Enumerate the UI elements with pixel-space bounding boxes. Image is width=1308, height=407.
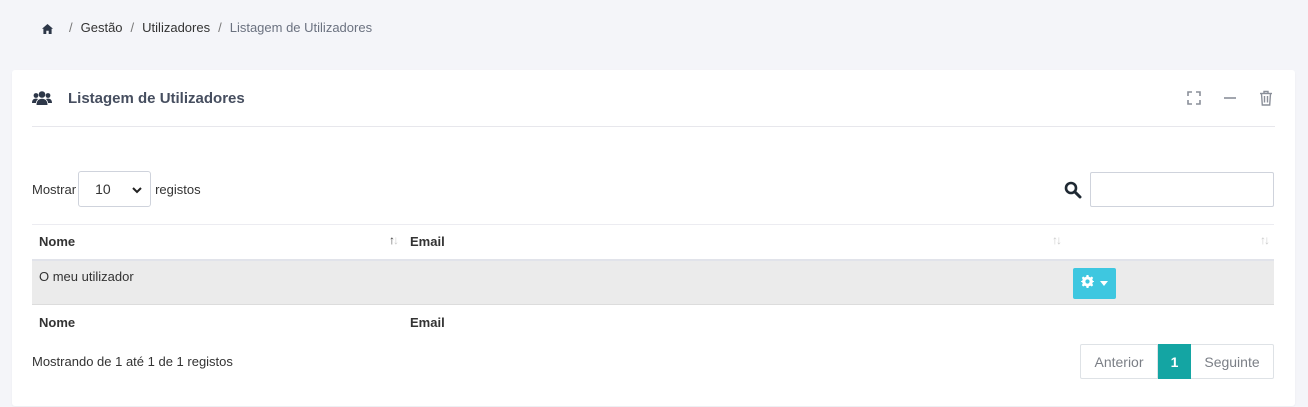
page-length-value: 10 bbox=[95, 181, 111, 197]
breadcrumb-utilizadores[interactable]: Utilizadores bbox=[142, 20, 210, 35]
search-area bbox=[1064, 172, 1274, 207]
next-page-button[interactable]: Seguinte bbox=[1191, 344, 1274, 379]
breadcrumb: / Gestão / Utilizadores / Listagem de Ut… bbox=[42, 20, 372, 35]
card-header: Listagem de Utilizadores bbox=[32, 70, 1275, 127]
gear-icon bbox=[1081, 275, 1094, 291]
sort-icon: ↑↓ bbox=[1260, 233, 1270, 247]
users-table: Nome ↑↓ Email ↑↓ ↑↓ O meu utilizador Nom… bbox=[32, 224, 1274, 338]
footer-column-actions bbox=[1066, 305, 1274, 338]
chevron-down-icon bbox=[132, 181, 142, 197]
records-label: registos bbox=[155, 181, 201, 197]
caret-down-icon bbox=[1100, 280, 1108, 286]
row-actions-button[interactable] bbox=[1073, 267, 1116, 299]
breadcrumb-gestao[interactable]: Gestão bbox=[81, 20, 123, 35]
minimize-icon[interactable] bbox=[1221, 89, 1239, 107]
column-header-label: Nome bbox=[39, 234, 76, 250]
table-row: O meu utilizador bbox=[32, 259, 1274, 305]
sort-asc-icon: ↑↓ bbox=[389, 233, 399, 247]
cell-nome: O meu utilizador bbox=[32, 259, 403, 305]
home-icon[interactable] bbox=[42, 24, 53, 34]
trash-icon[interactable] bbox=[1257, 89, 1275, 107]
footer-column-email: Email bbox=[410, 314, 445, 330]
cell-email bbox=[403, 259, 1066, 305]
previous-page-button[interactable]: Anterior bbox=[1080, 344, 1158, 379]
sort-icon: ↑↓ bbox=[1052, 233, 1062, 247]
column-header-email[interactable]: Email ↑↓ bbox=[403, 224, 1066, 261]
column-header-actions[interactable]: ↑↓ bbox=[1066, 224, 1274, 261]
search-input[interactable] bbox=[1090, 172, 1274, 207]
page-length-control: Mostrar 10 registos bbox=[32, 171, 201, 207]
table-footer-row: Nome Email bbox=[32, 305, 1274, 338]
column-header-nome[interactable]: Nome ↑↓ bbox=[32, 224, 403, 261]
column-header-label: Email bbox=[410, 234, 445, 250]
breadcrumb-separator: / bbox=[130, 20, 135, 35]
page-length-select[interactable]: 10 bbox=[78, 171, 152, 207]
expand-icon[interactable] bbox=[1185, 89, 1203, 107]
users-list-card: Listagem de Utilizadores Mostrar 10 regi… bbox=[12, 70, 1295, 406]
search-icon bbox=[1064, 181, 1082, 199]
breadcrumb-separator: / bbox=[69, 20, 73, 35]
table-header-row: Nome ↑↓ Email ↑↓ ↑↓ bbox=[32, 224, 1274, 261]
page-1-button[interactable]: 1 bbox=[1158, 344, 1191, 379]
card-tools bbox=[1185, 70, 1275, 126]
table-info: Mostrando de 1 até 1 de 1 registos bbox=[32, 354, 233, 369]
breadcrumb-current: Listagem de Utilizadores bbox=[229, 20, 373, 35]
cell-actions bbox=[1066, 259, 1274, 305]
users-icon bbox=[32, 90, 52, 106]
show-label: Mostrar bbox=[32, 181, 77, 197]
footer-column-nome: Nome bbox=[39, 314, 76, 330]
pagination: Anterior 1 Seguinte bbox=[1080, 344, 1274, 379]
card-title: Listagem de Utilizadores bbox=[68, 89, 245, 107]
breadcrumb-separator: / bbox=[218, 20, 222, 35]
